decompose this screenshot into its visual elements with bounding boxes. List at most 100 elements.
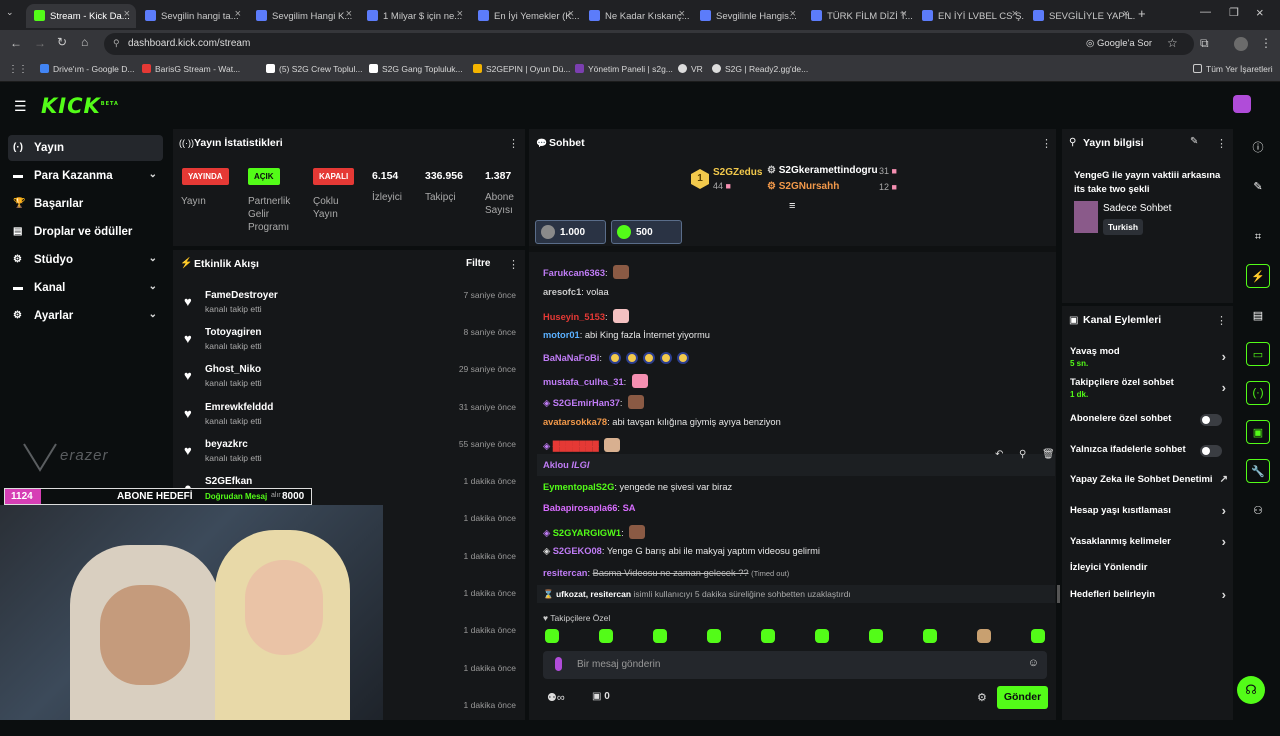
- action-account-age[interactable]: Hesap yaşı kısıtlaması ›: [1070, 503, 1230, 518]
- site-info-icon[interactable]: ⚲: [113, 38, 120, 49]
- chat-input[interactable]: Bir mesaj gönderin ☺: [543, 651, 1047, 679]
- emote-button[interactable]: [977, 629, 991, 643]
- action-followers-only[interactable]: Takipçilere özel sohbet 1 dk. ›: [1070, 377, 1230, 399]
- leader-first-name[interactable]: S2GZedus: [713, 167, 762, 178]
- chat-username[interactable]: avatarsokka78: [543, 417, 607, 427]
- menu-icon[interactable]: ⋮: [1260, 36, 1272, 50]
- sidebar-item-kanal[interactable]: ▬ Kanal ⌄: [8, 275, 163, 301]
- action-emote-only[interactable]: Yalnızca ifadelerle sohbet: [1070, 444, 1230, 457]
- channel-actions-menu-icon[interactable]: ⋮: [1216, 314, 1227, 327]
- close-icon[interactable]: ×: [235, 8, 241, 20]
- close-icon[interactable]: ×: [1123, 8, 1129, 20]
- hamburger-icon[interactable]: ☰: [14, 98, 27, 115]
- activity-user[interactable]: beyazkrc: [205, 439, 248, 450]
- leader-second[interactable]: ⚙ S2Gkeramettindogru: [767, 165, 878, 176]
- support-icon[interactable]: ☊: [1237, 676, 1265, 704]
- stats-menu-icon[interactable]: ⋮: [508, 137, 519, 150]
- activity-user[interactable]: Emrewkfelddd: [205, 402, 273, 413]
- action-goals[interactable]: Hedefleri belirleyin ›: [1070, 587, 1230, 602]
- category-thumbnail[interactable]: [1074, 201, 1098, 233]
- chat-username[interactable]: motor01: [543, 330, 580, 340]
- emote-button[interactable]: [653, 629, 667, 643]
- action-slow-mode[interactable]: Yavaş mod 5 sn. ›: [1070, 346, 1230, 368]
- expand-leaderboard-icon[interactable]: ≡: [789, 200, 795, 212]
- tab-3[interactable]: Sevgilim Hangi K... ×: [248, 4, 358, 28]
- tab-2[interactable]: Sevgilin hangi ta... ×: [137, 4, 247, 28]
- tab-5[interactable]: En İyi Yemekler (K... ×: [470, 4, 580, 28]
- url-field[interactable]: ⚲ dashboard.kick.com/stream ◎ Google'a S…: [104, 33, 1194, 55]
- edit-icon[interactable]: ✎: [1246, 174, 1270, 198]
- sidebar-item-studyo[interactable]: ⚙ Stüdyo ⌄: [8, 247, 163, 273]
- chat-username[interactable]: S2GEmirHan37: [553, 398, 620, 408]
- bookmark-5[interactable]: S2GEPIN | Oyun Dü...: [473, 64, 570, 74]
- infinity-icon[interactable]: ⚉∞: [547, 691, 565, 704]
- bookmark-8[interactable]: S2G | Ready2.gg'de...: [712, 64, 808, 74]
- activity-user[interactable]: S2GEfkan: [205, 476, 252, 487]
- window-close-icon[interactable]: ×: [1256, 5, 1264, 20]
- activity-user[interactable]: Totoyagiren: [205, 327, 261, 338]
- emote-button[interactable]: [545, 629, 559, 643]
- leader-third[interactable]: ⚙ S2GNursahh: [767, 181, 839, 192]
- sidebar-item-basarilar[interactable]: 🏆 Başarılar: [8, 191, 163, 217]
- activity-menu-icon[interactable]: ⋮: [508, 258, 519, 271]
- bookmark-2[interactable]: BarisG Stream - Wat...: [142, 64, 240, 74]
- toggle-switch[interactable]: [1200, 445, 1222, 457]
- chat-username[interactable]: Babapirosapla66: [543, 503, 617, 513]
- new-tab-icon[interactable]: +: [1138, 6, 1146, 21]
- emote-button[interactable]: [815, 629, 829, 643]
- action-banned-words[interactable]: Yasaklanmış kelimeler ›: [1070, 534, 1230, 549]
- tab-4[interactable]: 1 Milyar $ için ne... ×: [359, 4, 469, 28]
- tab-7[interactable]: Sevgilinle Hangis... ×: [692, 4, 802, 28]
- bookmark-4[interactable]: S2G Gang Topluluk...: [369, 64, 463, 74]
- chat-username[interactable]: Huseyin_5153: [543, 312, 605, 322]
- apps-icon[interactable]: ⋮⋮: [8, 64, 28, 75]
- info-icon[interactable]: ⓘ: [1246, 135, 1270, 159]
- chat-icon[interactable]: ▭: [1246, 342, 1270, 366]
- emote-button[interactable]: [599, 629, 613, 643]
- toggle-switch[interactable]: [1200, 414, 1222, 426]
- sidebar-item-ayarlar[interactable]: ⚙ Ayarlar ⌄: [8, 303, 163, 329]
- category-name[interactable]: Sadece Sohbet: [1103, 203, 1171, 214]
- chat-scrollbar[interactable]: [1057, 585, 1060, 603]
- all-bookmarks[interactable]: Tüm Yer İşaretleri: [1193, 64, 1273, 74]
- undo-icon[interactable]: ↶: [995, 449, 1003, 460]
- pinned-gift-2[interactable]: 500: [611, 220, 682, 244]
- close-icon[interactable]: ×: [457, 8, 463, 20]
- bookmark-3[interactable]: (5) S2G Crew Toplul...: [266, 64, 362, 74]
- extensions-icon[interactable]: ⧉: [1200, 36, 1209, 51]
- forward-icon[interactable]: →: [34, 36, 46, 50]
- emote-button[interactable]: [761, 629, 775, 643]
- close-icon[interactable]: ×: [679, 8, 685, 20]
- pinned-gift-1[interactable]: 1.000: [535, 220, 606, 244]
- edit-icon[interactable]: ✎: [1190, 136, 1198, 147]
- action-subscribers-only[interactable]: Abonelere özel sohbet: [1070, 413, 1230, 426]
- tab-6[interactable]: Ne Kadar Kıskanç... ×: [581, 4, 691, 28]
- sidebar-item-para-kazanma[interactable]: ▬ Para Kazanma ⌄: [8, 163, 163, 189]
- home-icon[interactable]: ⌂: [81, 35, 88, 49]
- users-icon[interactable]: ⚇: [1246, 498, 1270, 522]
- emote-button[interactable]: [707, 629, 721, 643]
- tab-10[interactable]: SEVGİLİYLE YAPIL... ×: [1025, 4, 1135, 28]
- tab-kick-stream[interactable]: Stream - Kick Da... ×: [26, 4, 136, 28]
- send-button[interactable]: Gönder: [997, 686, 1048, 709]
- close-icon[interactable]: ×: [346, 8, 352, 20]
- minimize-icon[interactable]: —: [1200, 6, 1211, 18]
- user-avatar[interactable]: [1233, 95, 1251, 113]
- close-icon[interactable]: ×: [124, 8, 130, 20]
- chat-username[interactable]: EymentopalS2G: [543, 482, 614, 492]
- chat-username[interactable]: S2GEKO08: [553, 546, 602, 556]
- close-icon[interactable]: ×: [901, 8, 907, 20]
- bookmark-1[interactable]: Drive'ım - Google D...: [40, 64, 134, 74]
- lightning-icon[interactable]: ⚡: [1246, 264, 1270, 288]
- filter-button[interactable]: Filtre: [466, 258, 490, 269]
- close-icon[interactable]: ×: [568, 8, 574, 20]
- chat-menu-icon[interactable]: ⋮: [1041, 137, 1052, 150]
- tab-search-icon[interactable]: ⌄: [6, 7, 14, 18]
- chat-username[interactable]: aresofc1: [543, 287, 581, 297]
- tab-8[interactable]: TÜRK FİLM DİZİ T... ×: [803, 4, 913, 28]
- chat-username[interactable]: Aklou: [543, 460, 569, 470]
- trash-icon[interactable]: 🗑: [1042, 449, 1055, 460]
- shield-icon[interactable]: ▣: [1246, 420, 1270, 444]
- close-icon[interactable]: ×: [1012, 8, 1018, 20]
- bookmark-6[interactable]: Yönetim Paneli | s2g...: [575, 64, 673, 74]
